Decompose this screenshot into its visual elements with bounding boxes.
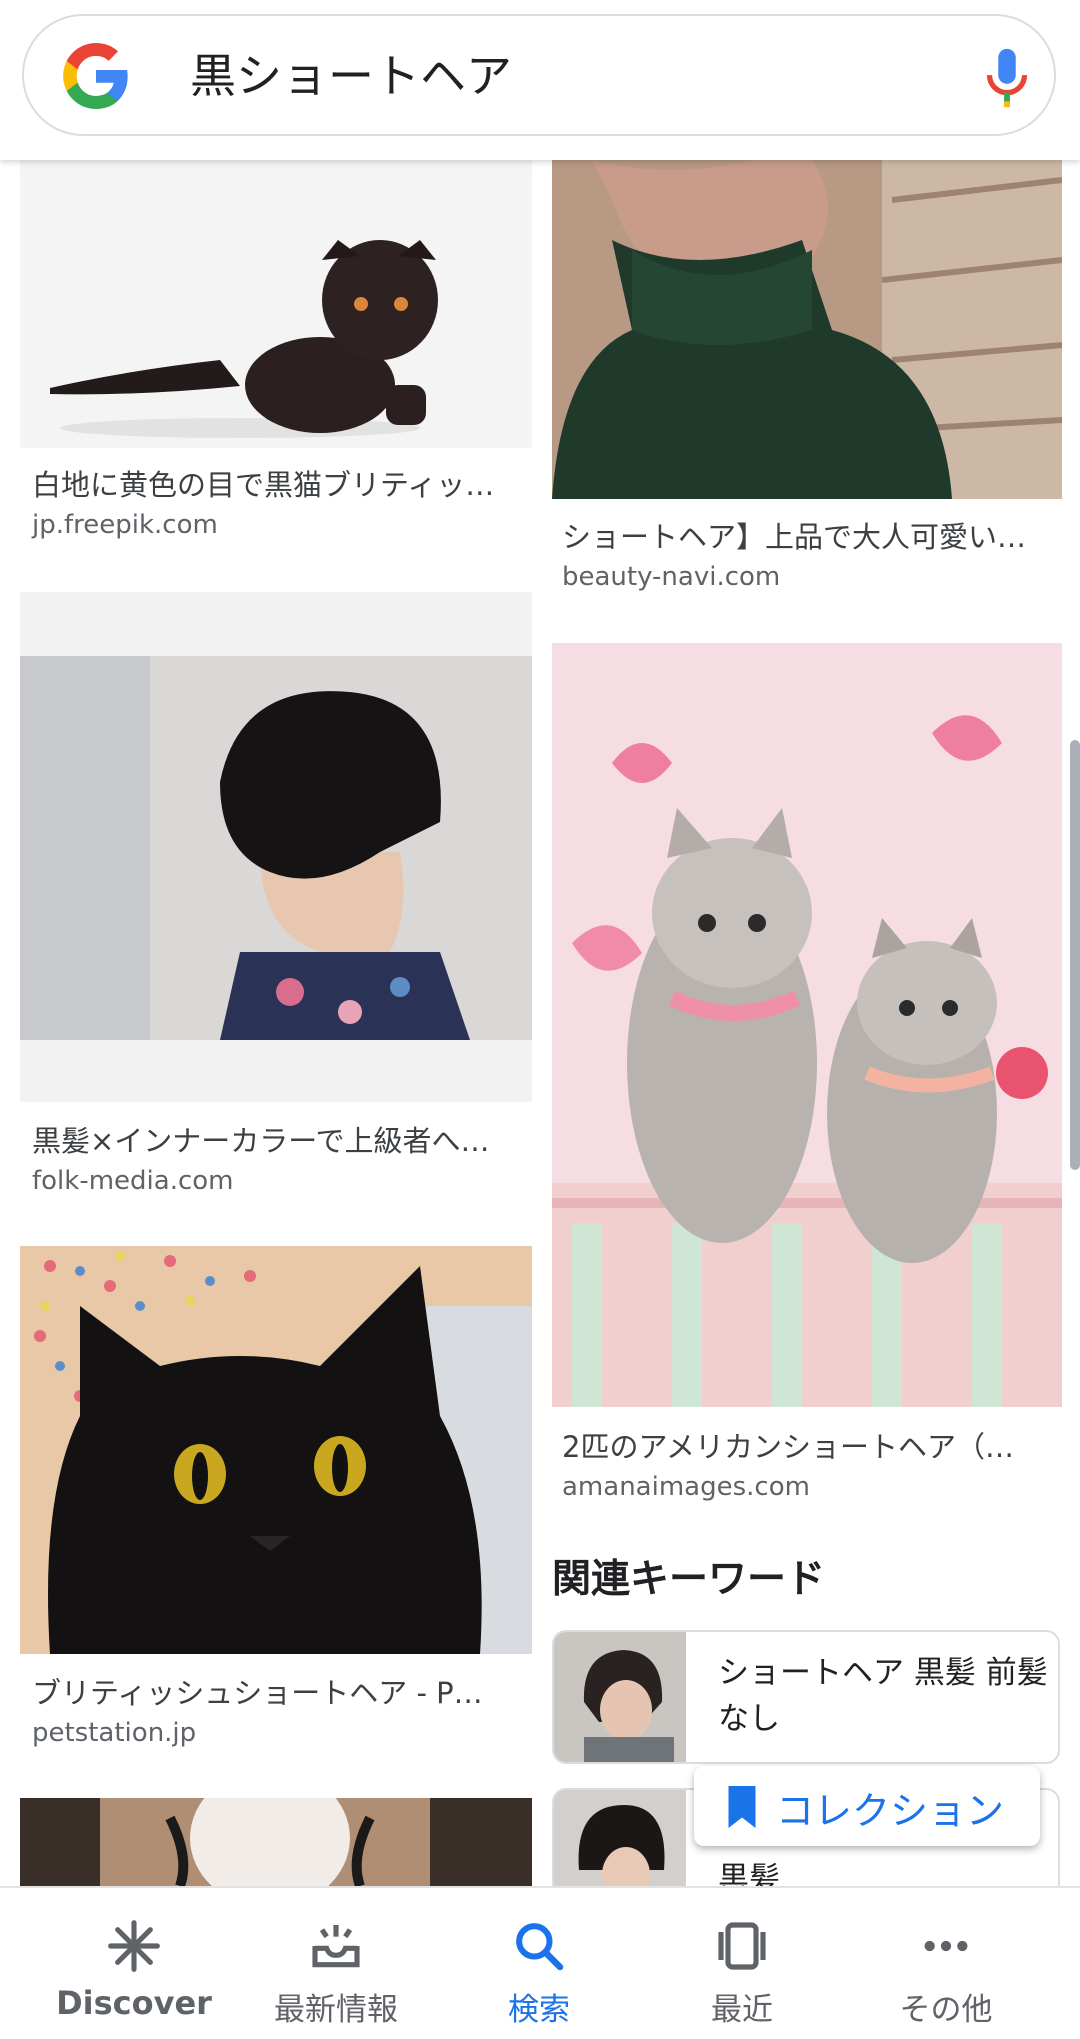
nav-label: Discover — [56, 1984, 212, 2022]
nav-discover[interactable]: Discover — [26, 1888, 242, 2039]
scrollbar-thumb[interactable] — [1070, 740, 1080, 1170]
result-image-turtleneck[interactable] — [552, 160, 1062, 499]
nav-label: その他 — [899, 1992, 993, 2028]
keyword-thumbnail — [554, 1790, 686, 1886]
related-keyword-label[interactable]: 黒髪 — [718, 1856, 1048, 1886]
result-domain[interactable]: folk-media.com — [32, 1166, 234, 1196]
bookmark-collection-icon — [728, 1786, 756, 1828]
more-horiz-icon — [924, 1940, 968, 1952]
result-image-black-cat-floral[interactable] — [20, 1246, 532, 1654]
result-caption[interactable]: 2匹のアメリカンショートヘア（… — [562, 1424, 1052, 1466]
result-image-bob-haircut[interactable] — [20, 592, 532, 1102]
result-image-partial[interactable] — [20, 1798, 532, 1886]
inbox-icon — [312, 1925, 360, 1968]
result-caption[interactable]: 黒髪×インナーカラーで上級者へ… — [32, 1118, 522, 1160]
nav-search[interactable]: 検索 — [431, 1888, 647, 2039]
nav-label: 検索 — [508, 1992, 570, 2028]
asterisk-icon — [108, 1920, 160, 1972]
recent-cards-icon — [718, 1922, 766, 1970]
result-image-black-cat-white[interactable] — [20, 160, 532, 448]
result-image-kittens[interactable] — [552, 643, 1062, 1407]
result-domain[interactable]: amanaimages.com — [562, 1472, 810, 1502]
keyword-thumbnail — [554, 1632, 686, 1762]
result-caption[interactable]: ブリティッシュショートヘア - P… — [32, 1670, 522, 1712]
google-logo-icon[interactable] — [60, 40, 132, 112]
result-domain[interactable]: beauty-navi.com — [562, 562, 780, 592]
result-domain[interactable]: petstation.jp — [32, 1718, 196, 1748]
bottom-navigation: Discover 最新情報 検索 最近 その他 — [0, 1886, 1080, 2039]
nav-label: 最近 — [711, 1992, 773, 2028]
collection-button[interactable]: コレクション — [694, 1766, 1040, 1846]
search-query-text[interactable]: 黒ショートヘア — [190, 46, 512, 106]
related-keyword-card[interactable]: ショートヘア 黒髪 前髪なし — [552, 1630, 1060, 1764]
result-caption[interactable]: 白地に黄色の目で黒猫ブリティッ… — [32, 462, 522, 504]
nav-updates[interactable]: 最新情報 — [228, 1888, 444, 2039]
nav-label: 最新情報 — [274, 1992, 398, 2028]
related-keywords-title: 関連キーワード — [552, 1557, 826, 1602]
search-box[interactable]: 黒ショートヘア — [22, 14, 1056, 136]
search-icon — [516, 1923, 564, 1971]
result-caption[interactable]: ショートヘア】上品で大人可愛い… — [562, 514, 1052, 556]
nav-recent[interactable]: 最近 — [634, 1888, 850, 2039]
result-domain[interactable]: jp.freepik.com — [32, 510, 218, 540]
nav-more[interactable]: その他 — [838, 1888, 1054, 2039]
collection-button-label: コレクション — [776, 1789, 1005, 1833]
related-keyword-label[interactable]: ショートヘア 黒髪 前髪なし — [718, 1650, 1048, 1742]
microphone-icon[interactable] — [972, 42, 1042, 114]
search-header: 黒ショートヘア — [0, 0, 1080, 160]
